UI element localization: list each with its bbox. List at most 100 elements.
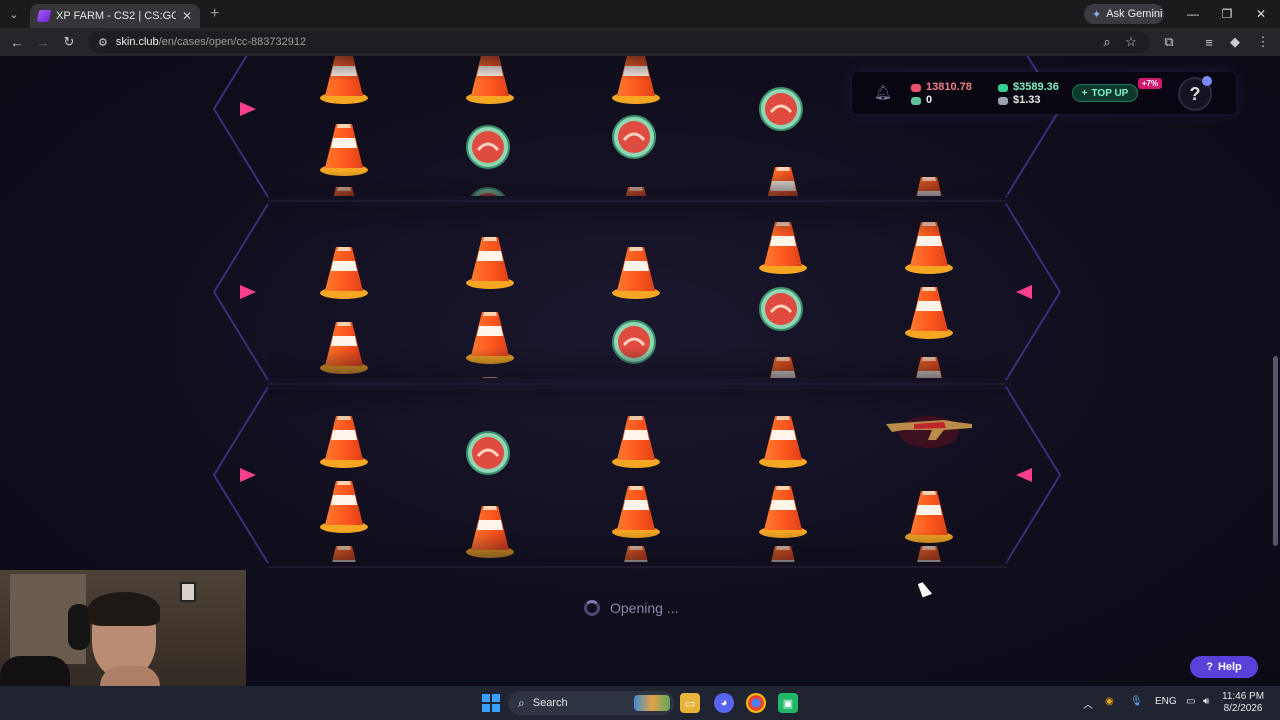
traffic-cone-item — [319, 410, 379, 470]
help-question-icon: ? — [1206, 661, 1213, 673]
taskbar-search[interactable]: ⌕ Search — [508, 691, 674, 715]
traffic-cone-item — [611, 540, 671, 562]
traffic-cone-item — [758, 410, 818, 470]
network-icon[interactable]: ▭ — [1186, 696, 1195, 707]
browser-tab[interactable]: XP FARM - CS2 | CS:GO Case ✕ — [30, 4, 200, 28]
red-coin-item — [465, 186, 525, 196]
maximize-button[interactable]: ❐ — [1210, 0, 1244, 28]
volume-icon[interactable]: 🔊︎ — [1203, 696, 1209, 707]
windows-start-icon[interactable] — [482, 694, 500, 712]
traffic-cone-item — [904, 216, 964, 276]
search-icon: ⌕ — [518, 695, 525, 710]
traffic-cone-item — [904, 351, 964, 378]
reel-marker-left-icon — [240, 285, 256, 299]
language-indicator[interactable]: ENG — [1155, 696, 1177, 707]
tab-close-icon[interactable]: ✕ — [182, 9, 192, 23]
tab-title: XP FARM - CS2 | CS:GO Case — [56, 10, 176, 22]
chrome-icon[interactable] — [746, 693, 766, 713]
coin-icon — [911, 84, 921, 92]
taskbar-clock[interactable]: 11:46 PM 8/2/2026 — [1222, 691, 1264, 715]
reel-marker-right-icon — [1016, 285, 1032, 299]
top-up-button[interactable]: + TOP UP — [1072, 84, 1138, 102]
webcam-picture-frame — [180, 582, 196, 602]
red-coin-item — [465, 124, 525, 184]
help-button[interactable]: ? Help — [1190, 656, 1258, 678]
red-coin-item — [611, 114, 671, 174]
traffic-cone-item — [319, 181, 379, 196]
zoom-icon[interactable]: ⌕ — [1094, 28, 1120, 56]
extensions-icon[interactable]: ⧉ — [1156, 28, 1182, 56]
traffic-cone-item — [465, 500, 525, 560]
traffic-cone-item — [904, 485, 964, 545]
traffic-cone-item — [465, 560, 525, 562]
discord-icon[interactable]: ◕ — [714, 693, 734, 713]
tab-search-chevron-icon[interactable]: ⌄ — [0, 0, 28, 28]
traffic-cone-item — [319, 316, 379, 376]
ask-gemini-label: Ask Gemini — [1106, 8, 1163, 20]
clock-time: 11:46 PM — [1222, 691, 1265, 702]
new-tab-button[interactable]: + — [210, 5, 219, 23]
plus-icon: + — [1081, 87, 1088, 99]
reel-marker-left-icon — [240, 468, 256, 482]
clock-date: 8/2/2026 — [1223, 703, 1263, 714]
reel-marker-left-icon — [240, 102, 256, 116]
media-controls-icon[interactable]: ≡ — [1196, 28, 1222, 56]
traffic-cone-item — [758, 540, 818, 562]
top-up-bonus-badge: +7% — [1138, 78, 1162, 89]
reel-frame-right — [1005, 386, 1062, 564]
reel-frame-right — [1005, 203, 1062, 381]
traffic-cone-item — [465, 231, 525, 291]
traffic-cone-item — [758, 480, 818, 540]
reload-icon[interactable]: ↻ — [56, 29, 82, 55]
file-explorer-icon[interactable]: ▭ — [680, 693, 700, 713]
verified-badge-icon — [1202, 76, 1212, 86]
reel-window — [268, 390, 1008, 562]
wallet-icon — [998, 84, 1008, 92]
traffic-cone-item — [319, 118, 379, 178]
bonus-balance: $1.33 — [1013, 94, 1041, 106]
traffic-cone-item — [465, 371, 525, 378]
profile-extension-icon[interactable]: ◆ — [1222, 28, 1248, 56]
close-window-button[interactable]: ✕ — [1244, 0, 1278, 28]
browser-menu-icon[interactable]: ⋮ — [1250, 28, 1276, 56]
tray-app-icon[interactable]: ◉ — [1105, 696, 1114, 707]
back-icon[interactable]: ← — [4, 29, 30, 55]
main-balance: $3589.36 — [1013, 81, 1059, 93]
taskbar-search-label: Search — [532, 697, 568, 709]
traffic-cone-item — [904, 281, 964, 341]
reel-frame-left — [212, 56, 269, 198]
rifle-skin-item — [884, 410, 974, 470]
app-icon[interactable]: ▣ — [778, 693, 798, 713]
help-label: Help — [1217, 661, 1242, 673]
skin-balance-icon — [998, 97, 1008, 105]
minimize-button[interactable]: — — [1176, 0, 1210, 28]
ask-gemini-button[interactable]: ✦ Ask Gemini — [1084, 4, 1164, 24]
url-path: /en/cases/open/cc-883732912 — [158, 36, 307, 48]
red-coin-item — [465, 430, 525, 490]
red-coin-item — [758, 286, 818, 346]
ticket-icon — [911, 97, 921, 105]
traffic-cone-item — [758, 216, 818, 276]
traffic-cone-item — [611, 56, 671, 106]
notification-bell-icon[interactable]: 🔔︎ — [874, 84, 892, 100]
site-info-icon[interactable]: ⚙ — [98, 36, 108, 49]
opening-status: Opening ... — [584, 600, 679, 616]
traffic-cone-item — [319, 376, 379, 378]
url-host: skin.club — [115, 36, 159, 48]
traffic-cone-item — [904, 540, 964, 562]
microphone-icon[interactable]: 🎙︎ — [1130, 696, 1143, 707]
traffic-cone-item — [319, 241, 379, 301]
traffic-cone-item — [319, 540, 379, 562]
bookmark-star-icon[interactable]: ☆ — [1118, 28, 1144, 56]
loading-spinner-icon — [584, 600, 600, 616]
search-highlight-image — [634, 695, 670, 711]
webcam-person-hair — [88, 592, 160, 626]
red-coin-item — [758, 86, 818, 146]
reel-window — [268, 206, 1008, 378]
forward-icon[interactable]: → — [30, 29, 56, 55]
tray-overflow-icon[interactable]: ︿ — [1083, 696, 1093, 711]
red-coin-item — [611, 319, 671, 378]
traffic-cone-item — [611, 410, 671, 470]
traffic-cone-item — [319, 475, 379, 535]
address-bar[interactable]: ⚙ skin.club/en/cases/open/cc-883732912 — [88, 31, 1150, 53]
